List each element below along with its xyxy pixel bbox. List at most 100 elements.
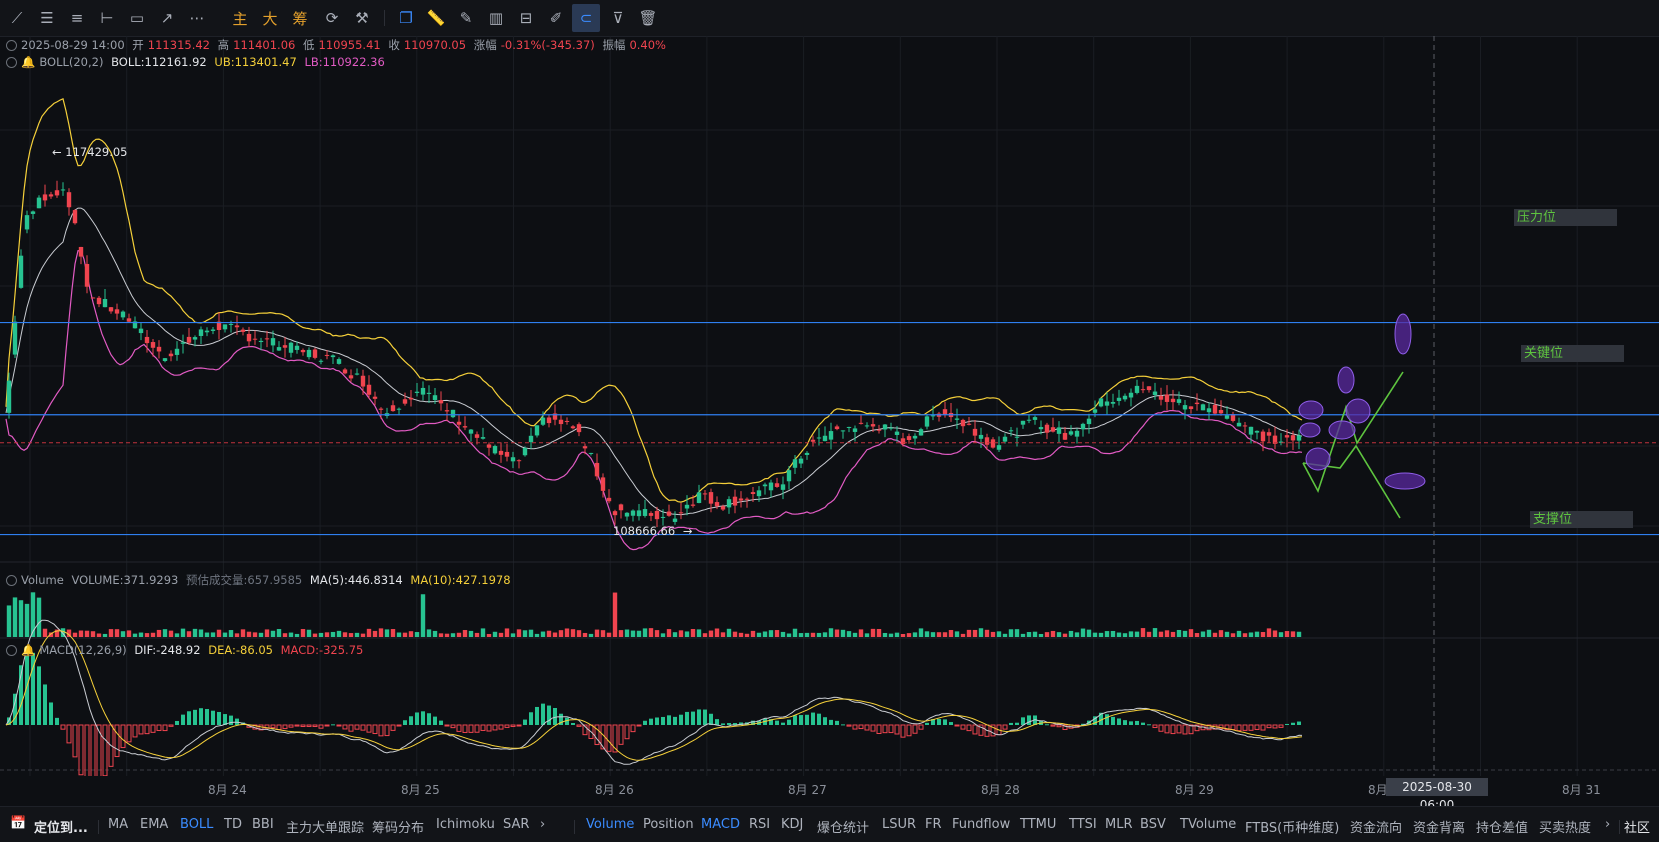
candle-body: [1170, 398, 1176, 403]
volume-name[interactable]: Volume: [21, 573, 64, 587]
candle-body: [996, 445, 1002, 450]
volume-bar: [1122, 633, 1128, 637]
more-tools-icon[interactable]: ⋯: [183, 4, 211, 32]
main-indicator-ma[interactable]: MA: [108, 817, 128, 832]
candle-body: [636, 510, 642, 517]
horizontal-ray-icon[interactable]: ⊢: [93, 4, 121, 32]
x-tick-label: 8月: [1368, 783, 1388, 797]
collapse-icon[interactable]: [6, 645, 17, 656]
macd-histogram-bar: [709, 713, 713, 725]
measure-icon[interactable]: ⚒: [348, 4, 376, 32]
trend-line-icon[interactable]: ⟋: [3, 4, 31, 32]
sub-indicator-18[interactable]: 买卖热度: [1539, 817, 1591, 836]
sub-indicator-16[interactable]: 资金背离: [1413, 817, 1465, 836]
drawing-toolbar: ⟋ ☰ ≡ ⊢ ▭ ↗ ⋯ 主 大 筹 ⟳ ⚒ ❐ 📏 ✎ ▥ ⊟ ✐ ⊂ ⊽ …: [0, 0, 1659, 37]
candle-body: [858, 422, 864, 424]
main-indicator-td[interactable]: TD: [224, 817, 242, 832]
lock-icon[interactable]: ⊟: [512, 4, 540, 32]
support-label[interactable]: 支撑位: [1530, 511, 1633, 528]
main-indicator-主力大单跟踪[interactable]: 主力大单跟踪: [286, 817, 364, 836]
chart-area[interactable]: [0, 36, 1659, 776]
locate-button[interactable]: 定位到...: [34, 817, 88, 836]
community-tab[interactable]: 社区: [1624, 817, 1650, 836]
candle-body: [630, 510, 636, 516]
collapse-icon[interactable]: [6, 575, 17, 586]
volume-bar: [678, 630, 684, 637]
big-order-button[interactable]: 大: [256, 4, 284, 32]
macd-histogram-bar: [300, 724, 306, 728]
ruler-icon[interactable]: 📏: [422, 4, 450, 32]
parallel-lines-icon[interactable]: ☰: [33, 4, 61, 32]
volume-bar: [1230, 633, 1236, 637]
macd-histogram-bar: [1230, 724, 1236, 731]
calendar-icon[interactable]: 📅: [10, 816, 26, 831]
sub-indicator-14[interactable]: FTBS(币种维度): [1245, 817, 1339, 836]
macd-histogram-bar: [306, 724, 312, 727]
rectangle-icon[interactable]: ▭: [123, 4, 151, 32]
sub-indicator-15[interactable]: 资金流向: [1350, 817, 1402, 836]
sub-indicator-6[interactable]: LSUR: [882, 817, 916, 832]
collapse-icon[interactable]: [6, 40, 17, 51]
sub-indicator-3[interactable]: RSI: [749, 817, 770, 832]
macd-histogram-bar: [450, 724, 456, 729]
main-indicator-boll[interactable]: BOLL: [180, 817, 213, 832]
sub-indicator-2[interactable]: MACD: [701, 817, 740, 832]
horizontal-lines-icon[interactable]: ≡: [63, 4, 91, 32]
candle-body: [126, 318, 132, 322]
key-level-label[interactable]: 关键位: [1521, 345, 1624, 362]
sub-indicator-17[interactable]: 持仓差值: [1476, 817, 1528, 836]
macd-histogram-bar: [811, 712, 815, 725]
sub-indicator-0[interactable]: Volume: [586, 817, 634, 832]
sub-indicator-7[interactable]: FR: [925, 817, 942, 832]
macd-histogram-bar: [331, 724, 335, 726]
volume-bar: [36, 597, 42, 637]
main-force-button[interactable]: 主: [226, 4, 254, 32]
volume-bar: [1140, 628, 1146, 637]
main-indicator-ema[interactable]: EMA: [140, 817, 168, 832]
macd-name[interactable]: MACD(12,26,9): [39, 643, 126, 657]
replay-icon[interactable]: ⟳: [318, 4, 346, 32]
sub-indicator-13[interactable]: TVolume: [1180, 817, 1236, 832]
pattern-icon[interactable]: ▥: [482, 4, 510, 32]
pen-icon[interactable]: ✎: [452, 4, 480, 32]
copy-icon[interactable]: ❐: [392, 4, 420, 32]
main-indicator-sar[interactable]: SAR: [503, 817, 529, 832]
trash-icon[interactable]: 🗑: [634, 4, 662, 32]
candle-body: [1002, 436, 1008, 442]
candle-body: [168, 353, 174, 357]
projection-ellipse: [1299, 422, 1321, 438]
sub-indicator-9[interactable]: TTMU: [1020, 817, 1056, 832]
sub-indicator-5[interactable]: 爆仓统计: [817, 817, 869, 836]
sub-indicator-1[interactable]: Position: [643, 817, 694, 832]
more-arrow-icon[interactable]: ›: [540, 817, 545, 832]
sub-indicator-10[interactable]: TTSI: [1069, 817, 1097, 832]
bell-icon[interactable]: 🔔: [21, 643, 35, 657]
macd-histogram-bar: [1158, 724, 1164, 732]
main-indicator-筹码分布[interactable]: 筹码分布: [372, 817, 424, 836]
filter-icon[interactable]: ⊽: [604, 4, 632, 32]
candle-body: [180, 342, 186, 344]
bell-icon[interactable]: 🔔: [21, 55, 35, 69]
main-indicator-bbi[interactable]: BBI: [252, 817, 274, 832]
sub-indicator-12[interactable]: BSV: [1140, 817, 1166, 832]
more-arrow-icon[interactable]: ›: [1605, 817, 1610, 832]
boll-name[interactable]: BOLL(20,2): [39, 55, 103, 69]
volume-bar: [1164, 630, 1170, 637]
toolbar-divider: [384, 10, 385, 26]
volume-bar: [432, 630, 438, 637]
chips-button[interactable]: 筹: [286, 4, 314, 32]
magnet-icon[interactable]: ⊂: [572, 4, 600, 32]
sub-indicator-8[interactable]: Fundflow: [952, 817, 1010, 832]
candle-body: [684, 504, 690, 509]
candle-body: [72, 210, 78, 224]
sub-indicator-4[interactable]: KDJ: [781, 817, 803, 832]
resistance-label[interactable]: 压力位: [1514, 209, 1617, 226]
arrow-line-icon[interactable]: ↗: [153, 4, 181, 32]
sub-indicator-11[interactable]: MLR: [1105, 817, 1133, 832]
edit-icon[interactable]: ✐: [542, 4, 570, 32]
main-indicator-ichimoku[interactable]: Ichimoku: [436, 817, 495, 832]
collapse-icon[interactable]: [6, 57, 17, 68]
macd-histogram-bar: [571, 723, 575, 725]
volume-bar: [726, 628, 732, 637]
volume-bar: [840, 629, 846, 637]
